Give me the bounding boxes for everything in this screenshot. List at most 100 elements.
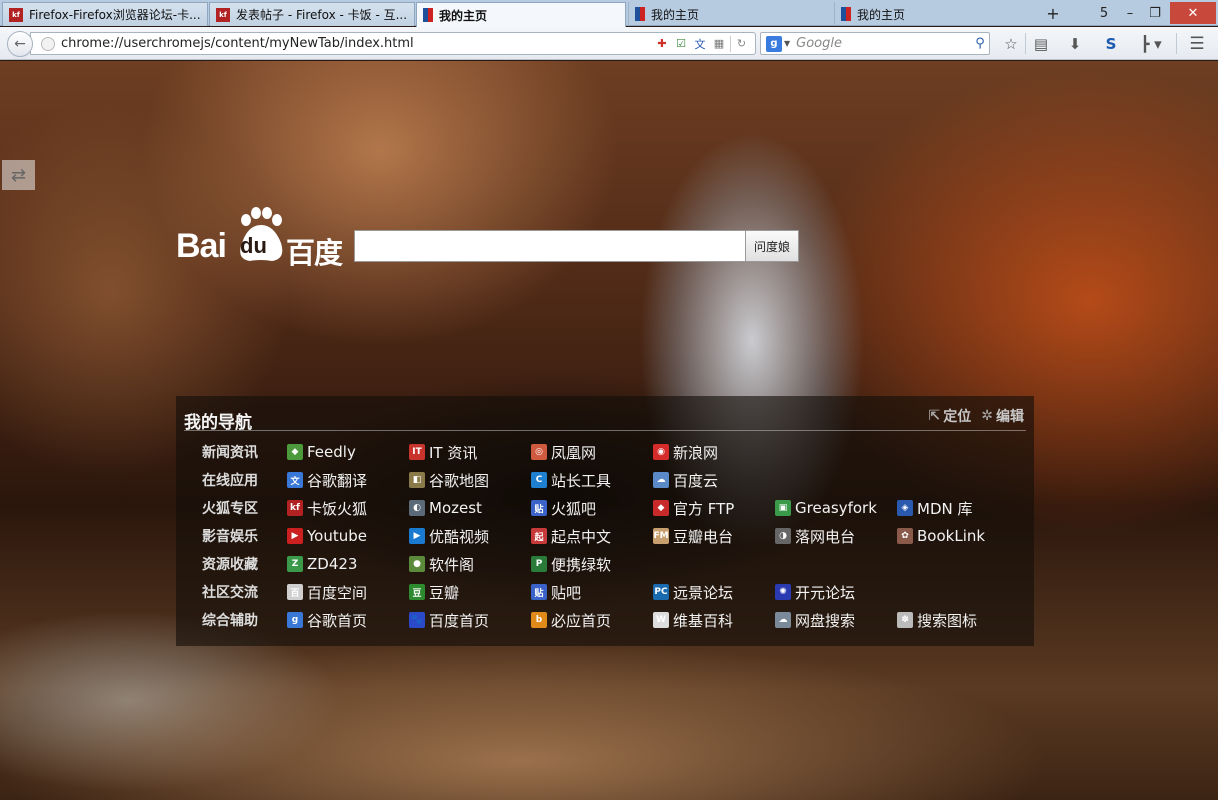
nav-link[interactable]: g 谷歌首页 [287, 609, 367, 631]
menu-hamburger-icon[interactable]: ☰ [1184, 32, 1210, 55]
nav-link[interactable]: ● 软件阁 [409, 553, 474, 575]
nav-link-label: 远景论坛 [673, 583, 734, 602]
nav-link[interactable]: 🐾 百度首页 [409, 609, 489, 631]
gear-icon: ✲ [981, 408, 993, 424]
nav-link-label: 凤凰网 [551, 443, 597, 462]
nav-link[interactable]: 百百度空间 [287, 581, 367, 603]
tab-my-homepage-active[interactable]: 我的主页 [416, 2, 626, 27]
nav-link[interactable]: FM 豆瓣电台 [653, 525, 733, 547]
booklink-icon: ✿ [897, 528, 913, 544]
nav-link[interactable]: C 站长工具 [531, 469, 611, 491]
nav-row: 社区交流 百百度空间 豆豆瓣 贴贴吧 PC 远景论坛 ✺ 开元论坛 [176, 578, 1034, 606]
nav-link[interactable]: kf 卡饭火狐 [287, 497, 367, 519]
nav-link[interactable]: W 维基百科 [653, 609, 733, 631]
nav-link[interactable]: ☁ 网盘搜索 [775, 609, 855, 631]
nav-link[interactable]: PC 远景论坛 [653, 581, 733, 603]
nav-link-label: 开元论坛 [795, 583, 856, 602]
tab-my-homepage[interactable]: 我的主页 [628, 2, 832, 26]
s-addon-icon[interactable]: S [1098, 32, 1124, 55]
baidu-search-input[interactable] [354, 230, 746, 262]
search-bar[interactable]: g ▼ Google ⚲ [760, 32, 990, 55]
bing-icon: b [531, 612, 547, 628]
nav-link-label: 软件阁 [429, 555, 475, 574]
nav-link[interactable]: ◈ MDN 库 [897, 497, 972, 519]
tab-count-badge[interactable]: 5 [1092, 2, 1116, 24]
tab-post-thread[interactable]: kf 发表帖子 - Firefox - 卡饭 - 互... [209, 2, 415, 26]
nav-link[interactable]: 贴贴吧 [531, 581, 581, 603]
minimize-button[interactable]: – [1118, 2, 1142, 24]
nav-link[interactable]: ✺ 开元论坛 [775, 581, 855, 603]
bookmark-star-icon[interactable]: ☆ [998, 32, 1024, 55]
search-input[interactable]: Google [796, 36, 971, 51]
nav-link[interactable]: ▶ 优酷视频 [409, 525, 489, 547]
close-window-button[interactable]: ✕ [1170, 2, 1216, 24]
checkbox-addon-icon[interactable]: ☑ [673, 36, 689, 52]
edit-button[interactable]: ✲ 编辑 [981, 406, 1024, 426]
search-icon[interactable]: ⚲ [971, 36, 989, 51]
nav-row: 资源收藏 Z ZD423 ● 软件阁 P 便携绿软 [176, 550, 1034, 578]
restore-button[interactable]: ❐ [1142, 2, 1168, 24]
ftp-icon: ◆ [653, 500, 669, 516]
nav-link[interactable]: Z ZD423 [287, 553, 357, 575]
nav-link[interactable]: 文谷歌翻译 [287, 469, 367, 491]
nav-link-label: 站长工具 [551, 471, 612, 490]
tab-my-homepage[interactable]: 我的主页 [834, 2, 1038, 26]
custom-button-icon[interactable]: ┣ ▾ [1132, 32, 1170, 55]
nav-link-label: Greasyfork [795, 499, 877, 517]
site-identity-icon[interactable] [41, 36, 55, 51]
nav-link[interactable]: ◐ Mozest [409, 497, 482, 519]
nav-category-label: 新闻资讯 [202, 445, 258, 461]
url-bar[interactable]: chrome://userchromejs/content/myNewTab/i… [30, 32, 756, 55]
nav-link[interactable]: ◧ 谷歌地图 [409, 469, 489, 491]
bookmarks-menu-icon[interactable]: ▤ [1028, 32, 1054, 55]
nav-link[interactable]: ✿ BookLink [897, 525, 985, 547]
translate-icon[interactable]: ✚ [654, 36, 670, 52]
nav-link-label: 起点中文 [551, 527, 612, 546]
nav-link[interactable]: IT IT 资讯 [409, 441, 477, 463]
tab-kafan-forum[interactable]: kf Firefox-Firefox浏览器论坛-卡... [2, 2, 208, 26]
reload-icon[interactable]: ↻ [730, 35, 752, 52]
side-arrow-icon[interactable]: ⇄ [2, 160, 35, 190]
tab-title: 我的主页 [651, 7, 700, 22]
portable-soft-icon: P [531, 556, 547, 572]
baidu-search-button[interactable]: 问度娘 [745, 230, 799, 262]
new-tab-button[interactable]: + [1040, 2, 1066, 24]
pan-search-icon: ☁ [775, 612, 791, 628]
url-text[interactable]: chrome://userchromejs/content/myNewTab/i… [61, 36, 654, 51]
icon-search-icon: ✽ [897, 612, 913, 628]
qidian-icon: 起 [531, 528, 547, 544]
home-tab-icon [635, 7, 645, 21]
mozest-icon: ◐ [409, 500, 425, 516]
grid-icon[interactable]: ▦ [711, 36, 727, 52]
wikipedia-icon: W [653, 612, 669, 628]
nav-link[interactable]: ◎ 凤凰网 [531, 441, 596, 463]
nav-link-label: Youtube [307, 527, 367, 545]
nav-link[interactable]: ◆ Feedly [287, 441, 356, 463]
nav-link[interactable]: P 便携绿软 [531, 553, 611, 575]
baidu-logo-chinese: 百度 [286, 236, 343, 270]
locate-button[interactable]: ⇱ 定位 [929, 406, 972, 426]
nav-link-label: 必应首页 [551, 611, 612, 630]
nav-link-label: 豆瓣 [429, 583, 460, 602]
nav-link[interactable]: b 必应首页 [531, 609, 611, 631]
nav-link[interactable]: ☁ 百度云 [653, 469, 718, 491]
back-button[interactable]: ← [7, 31, 33, 57]
nav-link[interactable]: ✽ 搜索图标 [897, 609, 977, 631]
download-icon[interactable]: ⬇ [1062, 32, 1088, 55]
nav-link[interactable]: ◑ 落网电台 [775, 525, 855, 547]
luoo-icon: ◑ [775, 528, 791, 544]
nav-link[interactable]: ◆ 官方 FTP [653, 497, 734, 519]
nav-link[interactable]: ▶ Youtube [287, 525, 367, 547]
nav-link[interactable]: 起起点中文 [531, 525, 611, 547]
nav-link-label: 百度首页 [429, 611, 490, 630]
panel-toolbar: ⇱ 定位 ✲ 编辑 [929, 406, 1024, 426]
nav-link[interactable]: ◉ 新浪网 [653, 441, 718, 463]
nav-link[interactable]: 贴火狐吧 [531, 497, 596, 519]
nav-link[interactable]: 豆豆瓣 [409, 581, 459, 603]
google-engine-icon[interactable]: g [766, 35, 782, 52]
chevron-down-icon[interactable]: ▼ [784, 39, 790, 48]
toolbar-separator [1025, 33, 1026, 54]
ruanjiange-icon: ● [409, 556, 425, 572]
translate-addon-icon[interactable]: 文 [692, 36, 708, 52]
nav-link[interactable]: ▣ Greasyfork [775, 497, 877, 519]
